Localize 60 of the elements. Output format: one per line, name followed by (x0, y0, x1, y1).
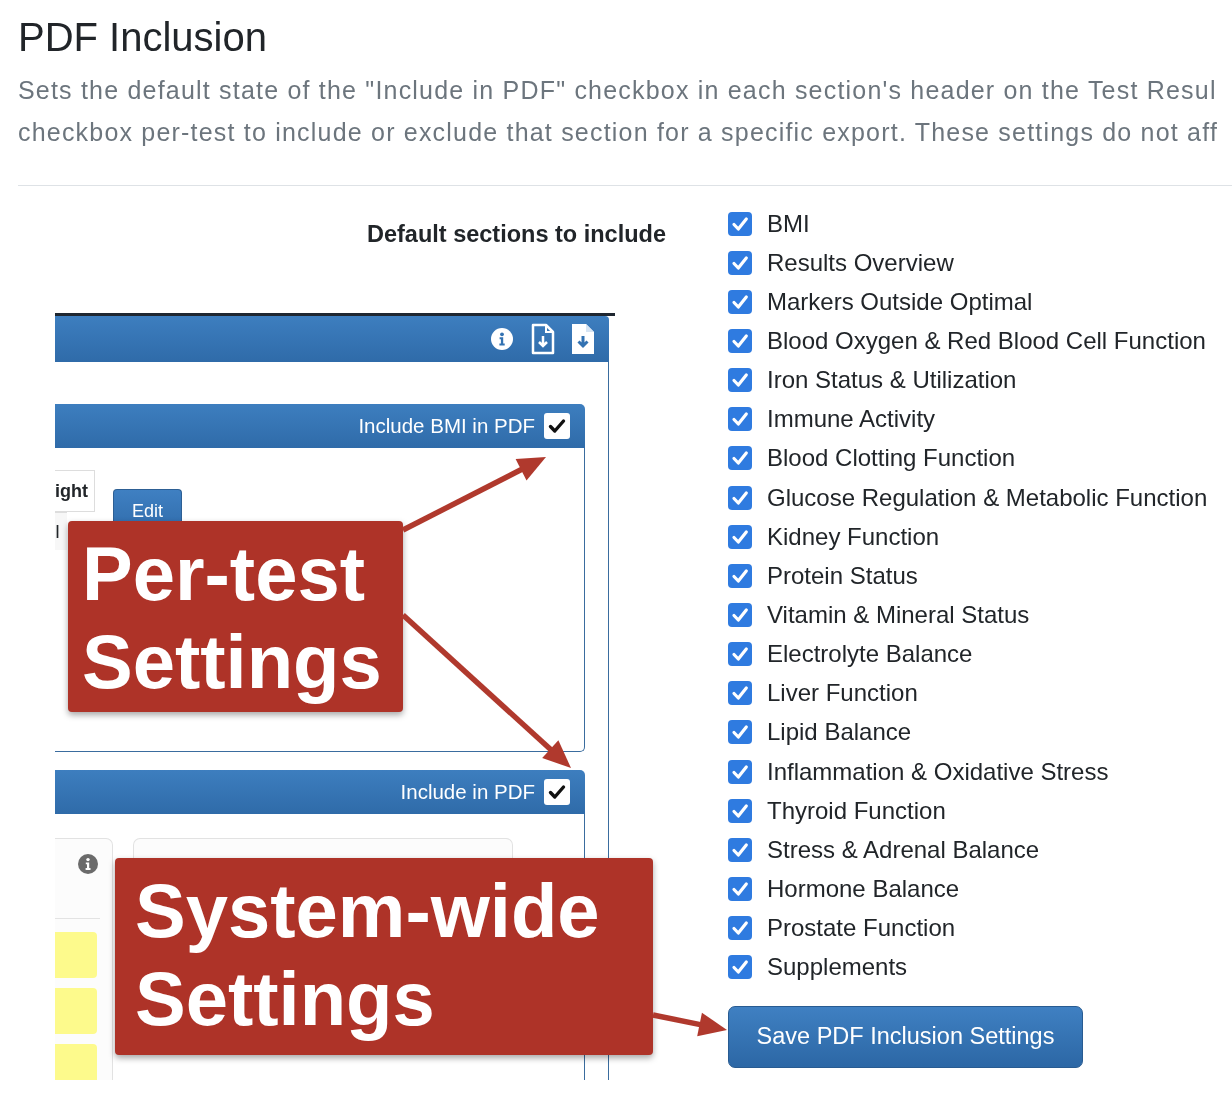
checkbox[interactable] (728, 524, 752, 549)
checkbox-label: Protein Status (767, 561, 918, 590)
file-download-icon[interactable] (571, 323, 595, 355)
checkbox[interactable] (728, 876, 752, 901)
checkbox-label: Results Overview (767, 248, 954, 277)
highlight-cell (55, 932, 97, 978)
checkbox-label: Blood Oxygen & Red Blood Cell Function (767, 327, 1206, 355)
checkbox[interactable] (728, 289, 752, 314)
checkbox[interactable] (728, 211, 752, 236)
highlight-cell (55, 988, 97, 1034)
checkbox-label: Markers Outside Optimal (767, 287, 1033, 316)
checkbox[interactable] (544, 779, 570, 805)
checkbox-label: Vitamin & Mineral Status (767, 600, 1030, 629)
checkbox[interactable] (728, 602, 752, 627)
save-button[interactable]: Save PDF Inclusion Settings (728, 1005, 1083, 1068)
checkbox[interactable] (728, 642, 752, 667)
checkbox[interactable] (728, 798, 752, 823)
checkbox-label: Blood Clotting Function (767, 444, 1016, 473)
highlight-cell (55, 1044, 97, 1080)
checkbox-label: Hormone Balance (767, 874, 960, 903)
checkbox[interactable] (728, 485, 752, 510)
checkbox[interactable] (544, 413, 570, 439)
edit-button[interactable]: Edit (113, 489, 182, 521)
checkbox-label: Include BMI in PDF (358, 414, 535, 438)
page-title: PDF Inclusion (18, 14, 268, 60)
checkbox-label: Liver Function (767, 679, 918, 708)
checkbox-label: Prostate Function (767, 914, 956, 943)
checkbox[interactable] (728, 759, 752, 784)
checkbox[interactable] (728, 916, 752, 941)
checkbox-label: Supplements (767, 953, 908, 982)
checkbox-label: Glucose Regulation & Metabolic Function (767, 483, 1208, 512)
checkbox[interactable] (728, 955, 752, 980)
file-download-icon[interactable] (531, 323, 555, 355)
checkbox[interactable] (728, 407, 752, 432)
checkbox-label: Electrolyte Balance (767, 640, 973, 669)
checkbox-label: Thyroid Function (767, 796, 946, 825)
checkbox-label: Iron Status & Utilization (767, 366, 1017, 395)
table-cell: I (55, 512, 67, 550)
checkbox-label: Immune Activity (767, 405, 936, 434)
checkbox-label: Inflammation & Oxidative Stress (767, 757, 1109, 786)
checkbox[interactable] (728, 368, 752, 393)
checkbox[interactable] (728, 329, 752, 353)
checkbox[interactable] (728, 837, 752, 862)
checkbox[interactable] (728, 720, 752, 745)
field-label: Default sections to include (366, 221, 666, 247)
checkbox-label: Include in PDF (400, 780, 535, 804)
checkbox-label: Lipid Balance (767, 718, 912, 747)
checkbox-label: Kidney Function (767, 522, 940, 551)
checkbox[interactable] (728, 563, 752, 588)
table-cell: ight (55, 470, 95, 512)
checkbox[interactable] (728, 250, 752, 275)
callout: System-wide Settings (115, 858, 653, 1055)
checkbox[interactable] (728, 446, 752, 471)
description-text: Sets the default state of the "Include in PDF" checkbox in each section's header on the Test Resul checkbox per-test to include or exclude that section for a specific export. These settings do not aff (18, 75, 1220, 148)
info-icon[interactable] (78, 854, 98, 874)
info-icon[interactable] (491, 328, 513, 350)
checkbox-label: Stress & Adrenal Balance (767, 835, 1040, 864)
checkbox-label: BMI (767, 209, 810, 238)
checkbox[interactable] (728, 681, 752, 706)
callout: Per-test Settings (68, 521, 403, 712)
